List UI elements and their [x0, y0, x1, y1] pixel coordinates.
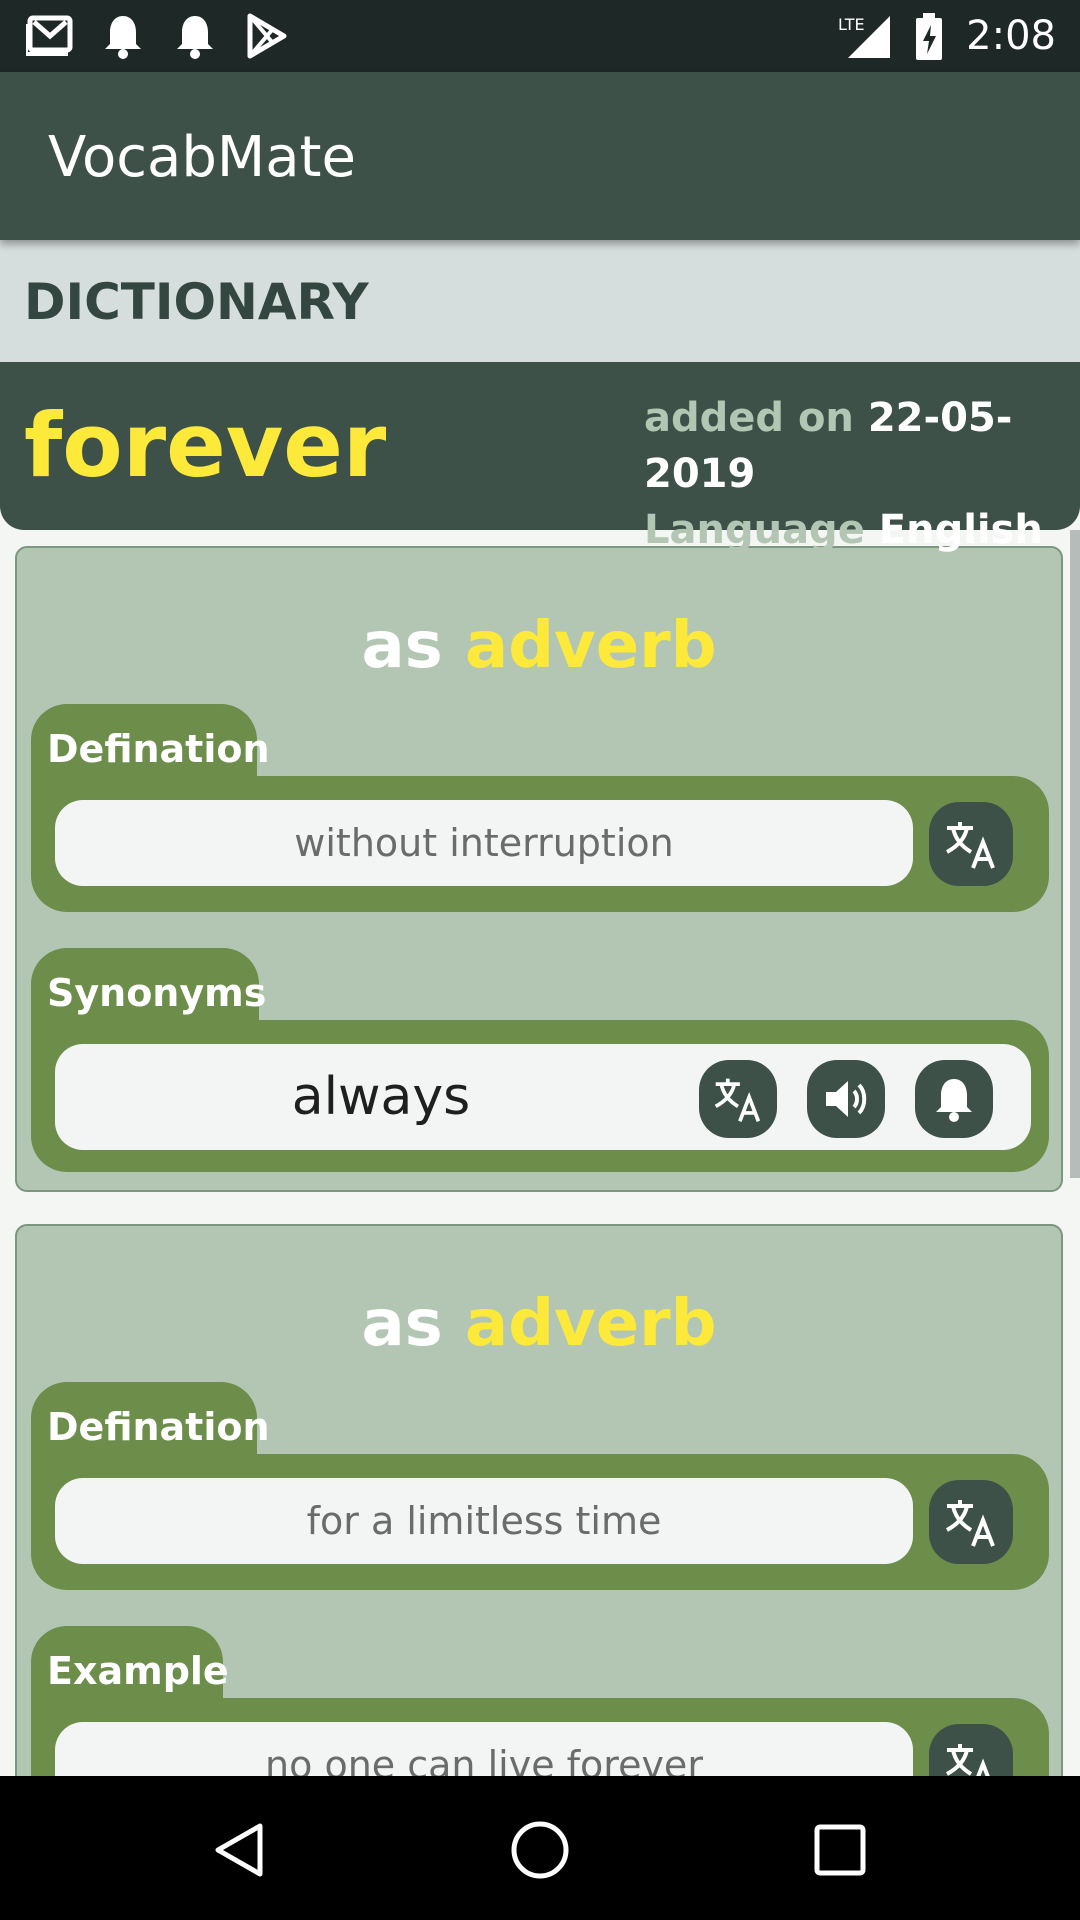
synonym-translate-button[interactable] — [699, 1060, 777, 1138]
example-block: Example no one can live forever — [31, 1626, 1049, 1776]
language-label: Language — [644, 507, 865, 553]
sense-as-label: as — [361, 609, 443, 683]
bell-icon — [170, 12, 220, 60]
word-meta: added on 22-05-2019 Language English — [644, 390, 1080, 558]
battery-charging-icon — [916, 13, 943, 60]
app-bar: VocabMate — [0, 72, 1080, 240]
home-icon — [511, 1821, 569, 1879]
translate-icon — [946, 1744, 990, 1776]
definition-text: for a limitless time — [55, 1478, 913, 1564]
sense-card: as adverb Defination for a limitless tim… — [15, 1224, 1063, 1776]
example-text: no one can live forever — [55, 1722, 913, 1776]
synonyms-block: Synonyms always — [31, 948, 1049, 1178]
definition-block: Defination for a limitless time — [31, 1382, 1049, 1590]
added-label: added on — [644, 395, 854, 441]
senses-list[interactable]: as adverb Defination without interruptio… — [0, 530, 1080, 1776]
back-icon — [215, 1823, 263, 1877]
word-title: forever — [24, 394, 387, 497]
definition-block: Defination without interruption — [31, 704, 1049, 912]
part-of-speech: adverb — [465, 1287, 717, 1361]
definition-text: without interruption — [55, 800, 913, 886]
translate-icon — [946, 1500, 995, 1547]
recents-button[interactable] — [808, 1818, 872, 1882]
play-store-icon — [242, 12, 292, 60]
app-title: VocabMate — [48, 125, 356, 190]
gmail-icon — [24, 12, 76, 60]
synonym-row: always — [55, 1044, 1031, 1150]
part-of-speech: adverb — [465, 609, 717, 683]
sense-title: as adverb — [17, 1286, 1061, 1362]
translate-button[interactable] — [929, 1724, 1013, 1776]
synonyms-panel: always — [31, 1020, 1049, 1172]
scrollbar[interactable] — [1070, 530, 1080, 1178]
synonym-text: always — [291, 1067, 471, 1127]
pronounce-button[interactable] — [807, 1060, 885, 1138]
bell-icon — [936, 1079, 972, 1122]
navigation-bar — [0, 1776, 1080, 1920]
section-title: DICTIONARY — [24, 273, 369, 331]
status-time: 2:08 — [966, 13, 1056, 59]
translate-button[interactable] — [929, 1480, 1013, 1564]
notification-icons — [24, 12, 292, 60]
translate-icon — [714, 1078, 761, 1122]
reminder-button[interactable] — [915, 1060, 993, 1138]
recents-icon — [814, 1824, 866, 1876]
definition-panel: without interruption — [31, 776, 1049, 912]
sense-title: as adverb — [17, 608, 1061, 684]
bell-icon — [98, 12, 148, 60]
language-row: Language English — [644, 502, 1080, 558]
system-icons: LTE 2:08 — [836, 10, 1056, 62]
status-bar: LTE 2:08 — [0, 0, 1080, 72]
home-button[interactable] — [508, 1818, 572, 1882]
translate-icon — [946, 822, 995, 869]
translate-button[interactable] — [929, 802, 1013, 886]
language-value: English — [878, 507, 1043, 553]
svg-text:LTE: LTE — [838, 15, 865, 34]
speaker-icon — [826, 1081, 867, 1117]
section-header: DICTIONARY — [0, 240, 1080, 362]
back-button[interactable] — [208, 1818, 272, 1882]
sense-card: as adverb Defination without interruptio… — [15, 546, 1063, 1192]
added-row: added on 22-05-2019 — [644, 390, 1080, 502]
lte-signal-icon: LTE — [838, 15, 891, 58]
sense-as-label: as — [361, 1287, 443, 1361]
example-panel: no one can live forever — [31, 1698, 1049, 1776]
definition-panel: for a limitless time — [31, 1454, 1049, 1590]
word-header: forever added on 22-05-2019 Language Eng… — [0, 362, 1080, 553]
